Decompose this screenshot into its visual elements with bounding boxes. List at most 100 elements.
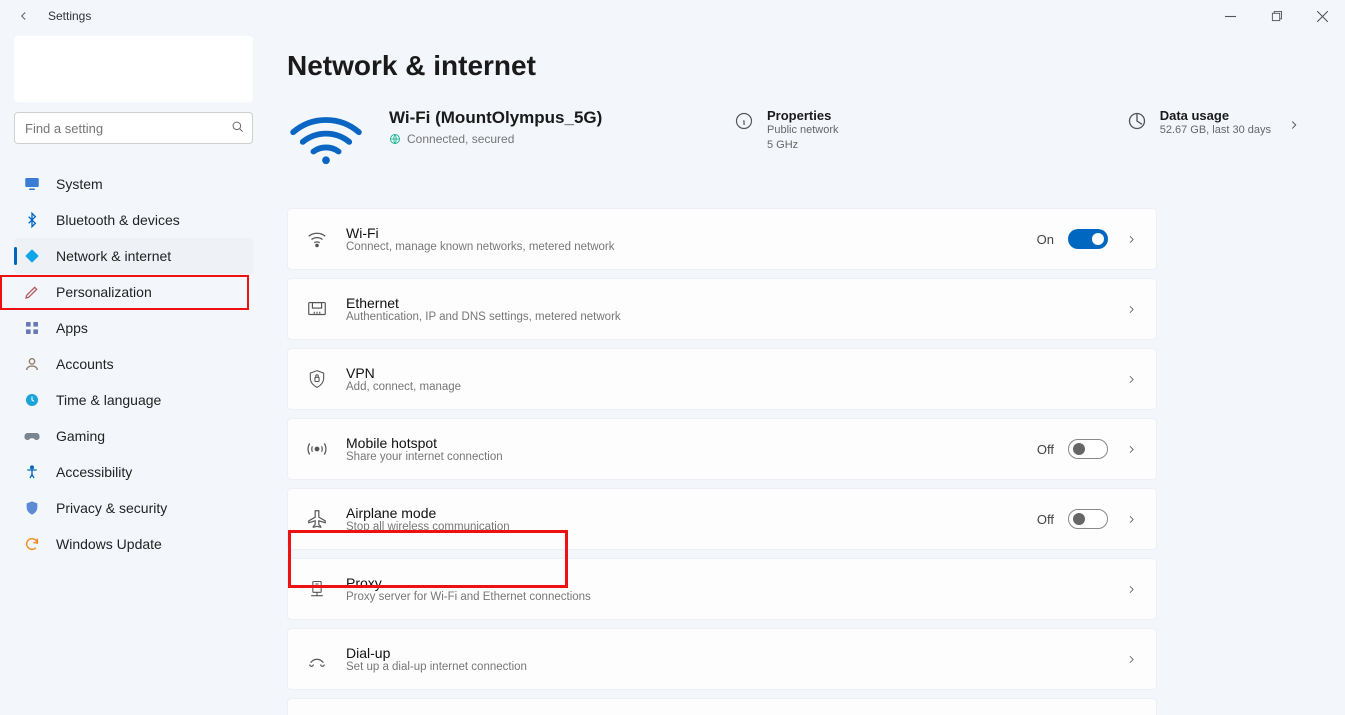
- card-title: Ethernet: [346, 295, 1122, 311]
- sidebar-item-network[interactable]: Network & internet: [14, 238, 253, 274]
- update-icon: [22, 534, 42, 554]
- profile-placeholder: [14, 36, 253, 102]
- sidebar-item-label: Privacy & security: [56, 500, 167, 516]
- apps-icon: [22, 318, 42, 338]
- card-sub: Authentication, IP and DNS settings, met…: [346, 311, 1122, 323]
- properties-card[interactable]: Properties Public network 5 GHz: [733, 108, 839, 153]
- proxy-icon: [304, 576, 330, 602]
- window-title: Settings: [48, 9, 91, 23]
- nav: System Bluetooth & devices Network & int…: [14, 166, 253, 562]
- card-sub: Set up a dial-up internet connection: [346, 661, 1122, 673]
- settings-window: Settings System: [0, 0, 1345, 715]
- sidebar-item-label: Personalization: [56, 284, 152, 300]
- connection-name: Wi-Fi (MountOlympus_5G): [389, 108, 709, 128]
- wifi-toggle[interactable]: [1068, 229, 1108, 249]
- connection-status: Connected, secured: [389, 132, 709, 146]
- card-title: VPN: [346, 365, 1122, 381]
- ethernet-icon: [304, 296, 330, 322]
- wifi-large-icon: [287, 108, 365, 168]
- maximize-button[interactable]: [1253, 0, 1299, 32]
- card-airplane[interactable]: Airplane modeStop all wireless communica…: [287, 488, 1157, 550]
- sidebar-item-accessibility[interactable]: Accessibility: [14, 454, 253, 490]
- search-input[interactable]: [14, 112, 253, 144]
- sidebar-item-label: Accessibility: [56, 464, 132, 480]
- card-dialup[interactable]: Dial-upSet up a dial-up internet connect…: [287, 628, 1157, 690]
- settings-cards: Wi-FiConnect, manage known networks, met…: [287, 208, 1157, 715]
- sidebar-item-update[interactable]: Windows Update: [14, 526, 253, 562]
- main-content[interactable]: Network & internet Wi-Fi (MountOlympus_5…: [267, 32, 1345, 715]
- hotspot-toggle[interactable]: [1068, 439, 1108, 459]
- card-sub: Connect, manage known networks, metered …: [346, 241, 1037, 253]
- sidebar-item-label: Windows Update: [56, 536, 162, 552]
- sidebar-item-apps[interactable]: Apps: [14, 310, 253, 346]
- card-wifi[interactable]: Wi-FiConnect, manage known networks, met…: [287, 208, 1157, 270]
- card-title: Mobile hotspot: [346, 435, 1037, 451]
- network-icon: [22, 246, 42, 266]
- card-advanced[interactable]: Advanced network settingsView all networ…: [287, 698, 1157, 715]
- sidebar-item-label: Network & internet: [56, 248, 171, 264]
- card-ethernet[interactable]: EthernetAuthentication, IP and DNS setti…: [287, 278, 1157, 340]
- sidebar-item-label: Accounts: [56, 356, 114, 372]
- accounts-icon: [22, 354, 42, 374]
- gaming-icon: [22, 426, 42, 446]
- sidebar-item-personalization[interactable]: Personalization: [14, 274, 253, 310]
- card-proxy[interactable]: ProxyProxy server for Wi-Fi and Ethernet…: [287, 558, 1157, 620]
- sidebar-item-label: System: [56, 176, 103, 192]
- datausage-card[interactable]: Data usage 52.67 GB, last 30 days: [1126, 108, 1305, 138]
- airplane-toggle[interactable]: [1068, 509, 1108, 529]
- sidebar-item-system[interactable]: System: [14, 166, 253, 202]
- card-title: Wi-Fi: [346, 225, 1037, 241]
- wifi-state: On: [1037, 232, 1054, 247]
- properties-title: Properties: [767, 108, 839, 123]
- sidebar-item-accounts[interactable]: Accounts: [14, 346, 253, 382]
- accessibility-icon: [22, 462, 42, 482]
- privacy-icon: [22, 498, 42, 518]
- card-title: Dial-up: [346, 645, 1122, 661]
- datausage-sub: 52.67 GB, last 30 days: [1160, 123, 1271, 138]
- info-icon: [733, 110, 755, 132]
- personalization-icon: [22, 282, 42, 302]
- chevron-right-icon: [1122, 440, 1140, 458]
- card-sub: Add, connect, manage: [346, 381, 1122, 393]
- hero-main: Wi-Fi (MountOlympus_5G) Connected, secur…: [389, 108, 709, 146]
- connection-status-text: Connected, secured: [407, 132, 514, 146]
- dialup-icon: [304, 646, 330, 672]
- sidebar-item-label: Bluetooth & devices: [56, 212, 180, 228]
- data-usage-icon: [1126, 110, 1148, 132]
- card-sub: Stop all wireless communication: [346, 521, 1037, 533]
- back-button[interactable]: [16, 8, 32, 24]
- airplane-icon: [304, 506, 330, 532]
- hotspot-icon: [304, 436, 330, 462]
- wifi-icon: [304, 226, 330, 252]
- chevron-right-icon: [1122, 370, 1140, 388]
- card-sub: Proxy server for Wi-Fi and Ethernet conn…: [346, 591, 1122, 603]
- sidebar-item-privacy[interactable]: Privacy & security: [14, 490, 253, 526]
- card-sub: Share your internet connection: [346, 451, 1037, 463]
- sidebar-item-gaming[interactable]: Gaming: [14, 418, 253, 454]
- minimize-button[interactable]: [1207, 0, 1253, 32]
- search-icon: [231, 120, 245, 134]
- close-button[interactable]: [1299, 0, 1345, 32]
- chevron-right-icon: [1122, 510, 1140, 528]
- time-icon: [22, 390, 42, 410]
- system-icon: [22, 174, 42, 194]
- card-hotspot[interactable]: Mobile hotspotShare your internet connec…: [287, 418, 1157, 480]
- datausage-title: Data usage: [1160, 108, 1271, 123]
- properties-sub2: 5 GHz: [767, 138, 839, 153]
- card-vpn[interactable]: VPNAdd, connect, manage: [287, 348, 1157, 410]
- card-title: Proxy: [346, 575, 1122, 591]
- hero-row: Wi-Fi (MountOlympus_5G) Connected, secur…: [287, 108, 1305, 168]
- titlebar: Settings: [0, 0, 1345, 32]
- sidebar-item-label: Gaming: [56, 428, 105, 444]
- sidebar-item-label: Time & language: [56, 392, 161, 408]
- sidebar-item-time[interactable]: Time & language: [14, 382, 253, 418]
- chevron-right-icon: [1122, 230, 1140, 248]
- airplane-state: Off: [1037, 512, 1054, 527]
- sidebar-item-bluetooth[interactable]: Bluetooth & devices: [14, 202, 253, 238]
- hero-cards: Properties Public network 5 GHz Data usa…: [733, 108, 1305, 153]
- body: System Bluetooth & devices Network & int…: [0, 32, 1345, 715]
- card-title: Airplane mode: [346, 505, 1037, 521]
- globe-icon: [389, 133, 401, 145]
- chevron-right-icon: [1122, 650, 1140, 668]
- hotspot-state: Off: [1037, 442, 1054, 457]
